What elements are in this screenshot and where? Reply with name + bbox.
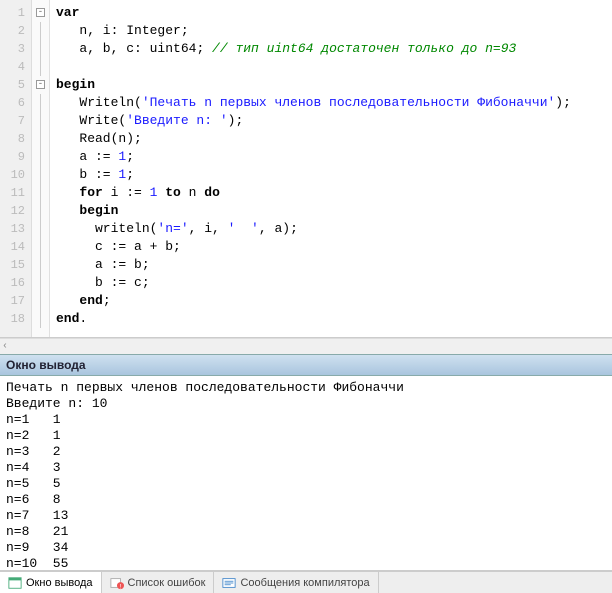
tab-output[interactable]: Окно вывода <box>0 571 102 593</box>
code-line: writeln('n=', i, ' ', a); <box>56 220 612 238</box>
error-list-icon: ! <box>110 576 124 590</box>
code-line: begin <box>56 76 612 94</box>
fold-guide <box>40 274 41 292</box>
line-number: 6 <box>0 94 31 112</box>
line-number: 7 <box>0 112 31 130</box>
code-line <box>56 58 612 76</box>
fold-guide <box>40 22 41 40</box>
fold-guide <box>40 58 41 76</box>
line-number: 5 <box>0 76 31 94</box>
fold-guide <box>40 148 41 166</box>
fold-guide <box>40 256 41 274</box>
code-line: b := c; <box>56 274 612 292</box>
code-line: Write('Введите n: '); <box>56 112 612 130</box>
fold-guide <box>40 292 41 310</box>
code-line: Read(n); <box>56 130 612 148</box>
output-panel[interactable]: Печать n первых членов последовательност… <box>0 376 612 571</box>
code-line: for i := 1 to n do <box>56 184 612 202</box>
code-content[interactable]: var n, i: Integer; a, b, c: uint64; // т… <box>50 0 612 337</box>
scroll-left-icon: ‹ <box>2 341 8 352</box>
line-number: 9 <box>0 148 31 166</box>
code-line: n, i: Integer; <box>56 22 612 40</box>
line-number: 14 <box>0 238 31 256</box>
line-number: 16 <box>0 274 31 292</box>
fold-guide <box>40 94 41 112</box>
line-number: 15 <box>0 256 31 274</box>
code-line: Writeln('Печать n первых членов последов… <box>56 94 612 112</box>
fold-guide <box>40 166 41 184</box>
code-line: a := b; <box>56 256 612 274</box>
horizontal-scrollbar[interactable]: ‹ <box>0 338 612 354</box>
code-line: end. <box>56 310 612 328</box>
line-number: 17 <box>0 292 31 310</box>
output-icon <box>8 576 22 590</box>
compiler-messages-icon <box>222 576 236 590</box>
code-line: a, b, c: uint64; // тип uint64 достаточе… <box>56 40 612 58</box>
line-number: 12 <box>0 202 31 220</box>
code-line: c := a + b; <box>56 238 612 256</box>
tab-errors[interactable]: ! Список ошибок <box>102 572 215 593</box>
fold-guide <box>40 184 41 202</box>
line-number: 8 <box>0 130 31 148</box>
fold-guide <box>40 202 41 220</box>
fold-guide <box>40 238 41 256</box>
line-number-gutter: 123456789101112131415161718 <box>0 0 32 337</box>
code-line: end; <box>56 292 612 310</box>
line-number: 18 <box>0 310 31 328</box>
tab-output-label: Окно вывода <box>26 577 93 589</box>
fold-toggle[interactable]: - <box>36 8 45 17</box>
fold-guide <box>40 40 41 58</box>
line-number: 11 <box>0 184 31 202</box>
code-editor: 123456789101112131415161718 -- var n, i:… <box>0 0 612 338</box>
tab-errors-label: Список ошибок <box>128 577 206 589</box>
line-number: 3 <box>0 40 31 58</box>
line-number: 4 <box>0 58 31 76</box>
code-line: begin <box>56 202 612 220</box>
line-number: 10 <box>0 166 31 184</box>
code-line: b := 1; <box>56 166 612 184</box>
code-line: a := 1; <box>56 148 612 166</box>
tab-compiler-label: Сообщения компилятора <box>240 577 369 589</box>
fold-toggle[interactable]: - <box>36 80 45 89</box>
code-line: var <box>56 4 612 22</box>
fold-guide <box>40 112 41 130</box>
tab-compiler[interactable]: Сообщения компилятора <box>214 572 378 593</box>
fold-gutter: -- <box>32 0 50 337</box>
line-number: 2 <box>0 22 31 40</box>
fold-guide <box>40 130 41 148</box>
fold-guide <box>40 220 41 238</box>
svg-text:!: ! <box>119 583 121 590</box>
fold-guide <box>40 310 41 328</box>
line-number: 13 <box>0 220 31 238</box>
line-number: 1 <box>0 4 31 22</box>
bottom-tabs: Окно вывода ! Список ошибок Сообщения ко… <box>0 571 612 593</box>
output-panel-title: Окно вывода <box>0 354 612 376</box>
